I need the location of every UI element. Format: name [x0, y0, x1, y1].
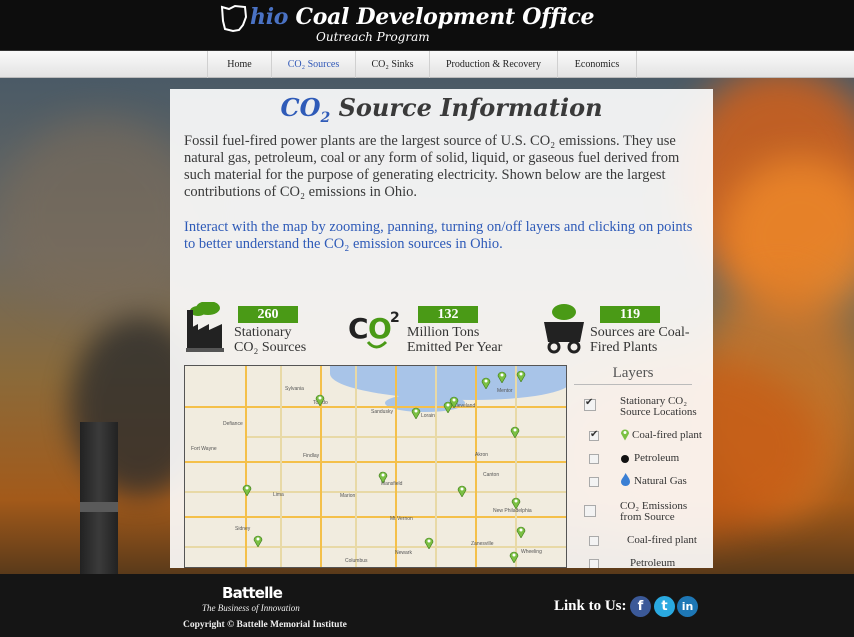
ohio-state-outline-icon[interactable] — [219, 3, 249, 33]
coal-plant-pin[interactable] — [242, 483, 252, 496]
intro-paragraph: Fossil fuel-fired power plants are the l… — [184, 133, 680, 200]
stat-value: 119 — [600, 306, 660, 323]
map-label: Columbus — [345, 558, 368, 564]
map-label: Akron — [475, 452, 489, 458]
layer-label-emissions-coal: Coal-fired plant — [627, 534, 697, 546]
coal-plant-pin[interactable] — [378, 470, 388, 483]
map-label: Sandusky — [371, 409, 393, 415]
black-dot-icon — [621, 455, 629, 463]
layer-label-stationary: Stationary CO₂ Source Locations — [620, 395, 697, 418]
layer-label-emissions-petroleum: Petroleum — [630, 557, 676, 569]
stat-value: 132 — [418, 306, 478, 323]
coal-plant-pin[interactable] — [497, 370, 507, 383]
smokestack — [80, 422, 118, 574]
battelle-logo[interactable]: Battelle — [222, 584, 283, 602]
link-to-us-label: Link to Us: — [554, 598, 627, 614]
stat-million-tons: C O 2 132 Million Tons Emitted Per Year — [346, 304, 516, 359]
nav-co2-sources[interactable]: CO₂ Sources — [271, 51, 355, 78]
ohio-emissions-map[interactable]: Sylvania Toledo Sandusky Lorain Clevelan… — [184, 365, 567, 568]
stat-label: Stationary CO₂ Sources — [234, 325, 307, 355]
stat-label: Sources are Coal- Fired Plants — [590, 325, 690, 355]
coal-plant-pin[interactable] — [411, 406, 421, 419]
coal-plant-pin[interactable] — [516, 369, 526, 382]
copyright-text: Copyright © Battelle Memorial Institute — [183, 620, 347, 630]
facebook-icon[interactable]: f — [630, 596, 651, 617]
layer-label-coal-fired: Coal-fired plant — [632, 429, 702, 441]
factory-icon — [186, 302, 224, 352]
nav-economics[interactable]: Economics — [557, 51, 637, 78]
blue-flame-icon — [621, 473, 630, 486]
layer-checkbox-stationary[interactable] — [584, 397, 596, 411]
coal-plant-pin[interactable] — [253, 534, 263, 547]
battelle-tagline: The Business of Innovation — [202, 603, 300, 613]
coal-plant-pin[interactable] — [516, 525, 526, 538]
layer-checkbox-emissions-petroleum[interactable] — [589, 559, 599, 568]
map-label: Lorain — [421, 413, 435, 419]
site-header: hio Coal Development Office Outreach Pro… — [0, 0, 854, 51]
map-label: Canton — [483, 472, 500, 478]
map-label: Mt Vernon — [390, 516, 413, 522]
layer-label-emissions: CO₂ Emissions from Source — [620, 500, 688, 523]
coal-plant-pin[interactable] — [424, 536, 434, 549]
layer-checkbox-emissions[interactable] — [584, 505, 596, 517]
layer-label-petroleum: Petroleum — [634, 452, 680, 464]
map-label: Marion — [340, 493, 356, 499]
nav-co2-sinks[interactable]: CO₂ Sinks — [355, 51, 429, 78]
coal-plant-pin[interactable] — [457, 484, 467, 497]
site-title[interactable]: hio Coal Development Office — [250, 4, 595, 30]
nav-home[interactable]: Home — [207, 51, 271, 78]
coal-plant-pin[interactable] — [510, 425, 520, 438]
stat-stationary-sources: 260 Stationary CO₂ Sources — [184, 302, 334, 359]
map-label: Newark — [395, 550, 412, 556]
map-label: Findlay — [303, 453, 320, 459]
layer-checkbox-emissions-coal[interactable] — [589, 536, 599, 546]
coal-plant-pin[interactable] — [315, 393, 325, 406]
twitter-icon[interactable]: t — [654, 596, 675, 617]
stat-coal-fired: 119 Sources are Coal- Fired Plants — [540, 304, 710, 359]
interact-instructions: Interact with the map by zooming, pannin… — [184, 219, 693, 252]
layer-checkbox-natural-gas[interactable] — [589, 477, 599, 487]
svg-text:O: O — [368, 312, 392, 345]
map-label: Lima — [273, 492, 284, 498]
svg-text:2: 2 — [390, 310, 400, 326]
content-panel: CO2 Source Information Fossil fuel-fired… — [170, 89, 713, 568]
coal-plant-pin[interactable] — [511, 496, 521, 509]
layer-label-natural-gas: Natural Gas — [634, 475, 687, 487]
coal-plant-pin[interactable] — [509, 550, 519, 563]
layers-title: Layers — [574, 365, 692, 385]
coal-cart-icon — [544, 304, 584, 354]
coal-plant-pin[interactable] — [481, 376, 491, 389]
map-label: Zanesville — [471, 541, 494, 547]
main-navigation: Home CO₂ Sources CO₂ Sinks Production & … — [0, 51, 854, 78]
linkedin-icon[interactable]: in — [677, 596, 698, 617]
map-label: Mentor — [497, 388, 513, 394]
page-title: CO2 Source Information — [280, 93, 603, 126]
map-label: Defiance — [223, 421, 243, 427]
map-label: Fort Wayne — [191, 446, 217, 452]
map-label: Wheeling — [521, 549, 542, 555]
stat-value: 260 — [238, 306, 298, 323]
layer-checkbox-petroleum[interactable] — [589, 454, 599, 464]
svg-text:C: C — [348, 312, 369, 345]
site-subtitle: Outreach Program — [316, 30, 430, 44]
coal-plant-pin[interactable] — [449, 395, 459, 408]
nav-production-recovery[interactable]: Production & Recovery — [429, 51, 557, 78]
map-label: Sidney — [235, 526, 251, 532]
site-footer: Battelle The Business of Innovation Copy… — [0, 574, 854, 637]
map-label: Sylvania — [285, 386, 304, 392]
co2-cloud-icon: C O 2 — [348, 310, 400, 349]
stat-label: Million Tons Emitted Per Year — [407, 325, 503, 355]
green-map-pin-icon — [621, 429, 629, 441]
layer-checkbox-coal-fired[interactable] — [589, 429, 599, 441]
